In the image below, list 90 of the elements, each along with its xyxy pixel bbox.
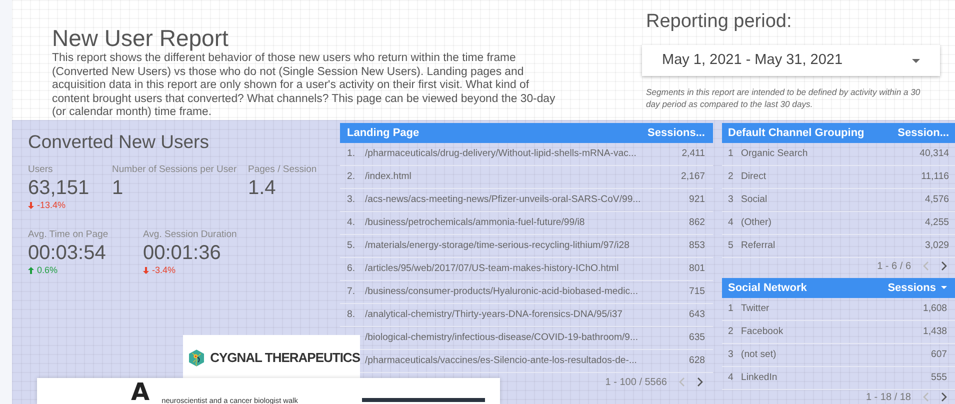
row-rank: 5. bbox=[347, 238, 356, 253]
next-page-icon[interactable] bbox=[697, 377, 703, 388]
row-rank: 8. bbox=[347, 308, 356, 322]
table-cell-text: Referral bbox=[741, 238, 776, 253]
table-cell-text: 555 bbox=[930, 370, 947, 385]
table-cell-text: Organic Search bbox=[741, 146, 809, 161]
row-rank: 1 bbox=[728, 302, 734, 316]
report-description: This report shows the different behavior of those new users who return within the time frame (Converted New Users) vs those who do not (Single Session New Users). Landing pages and acquisition data in this report are only shown for a user's activity on their first visit. What kind of content brought users that converted? What channels? This page can be viewed beyond the 30-day (or calendar month) time frame. bbox=[52, 52, 556, 120]
column-header: Default Channel Grouping bbox=[728, 126, 866, 141]
report-title: New User Report bbox=[52, 24, 230, 52]
metric-label: Number of Sessions per User bbox=[112, 164, 238, 176]
metric-value: 00:01:36 bbox=[143, 240, 222, 265]
table-cell-text: 40,314 bbox=[920, 146, 949, 161]
row-rank: 1 bbox=[728, 146, 734, 161]
table-cell-text: /business/petrochemicals/ammonia-fuel-future/99/i8 bbox=[365, 216, 586, 230]
table-cell-text: 607 bbox=[930, 348, 947, 362]
table-cell-text: 2,167 bbox=[680, 170, 705, 184]
metric-value: 63,151 bbox=[28, 176, 90, 200]
table-cell-text: /materials/energy-storage/time-serious-recycling-lithium/97/i28 bbox=[365, 238, 630, 253]
column-header: Landing Page bbox=[347, 126, 420, 141]
table-cell-text: 4,576 bbox=[924, 192, 949, 207]
metric-delta: -13.4% bbox=[37, 200, 66, 211]
table-cell-text: (not set) bbox=[741, 348, 778, 362]
section-title: Converted New Users bbox=[28, 130, 210, 154]
table-cell-text: /index.html bbox=[365, 170, 412, 184]
row-rank: 1. bbox=[347, 146, 356, 161]
row-rank: 4 bbox=[728, 370, 734, 385]
table-cell-text: 643 bbox=[688, 308, 705, 322]
table-cell-text: (Other) bbox=[741, 216, 772, 230]
table-cell-text: /acs-news/acs-meeting-news/Pfizer-unveils-oral-SARS-CoV/99... bbox=[365, 192, 642, 207]
row-rank: 4. bbox=[347, 216, 356, 230]
metric-delta: -3.4% bbox=[152, 264, 176, 276]
table-cell-text: /articles/95/web/2017/07/US-team-makes-history-IChO.html bbox=[365, 262, 620, 276]
metric-label: Avg. Session Duration bbox=[143, 228, 238, 241]
table-cell-text: 635 bbox=[688, 330, 705, 345]
next-page-icon[interactable] bbox=[941, 392, 947, 402]
table-cell-text: 1,438 bbox=[922, 324, 947, 339]
table-cell-text: Twitter bbox=[741, 302, 770, 316]
table-cell-text: /biological-chemistry/infectious-disease/COVID-19-bathroom/9... bbox=[365, 330, 640, 345]
table-cell-text: /business/consumer-products/Hyaluronic-acid-biobased-medic... bbox=[365, 284, 640, 299]
column-header: Sessions... bbox=[648, 126, 705, 141]
table-cell-text: 2,411 bbox=[682, 146, 705, 161]
row-rank: 4 bbox=[728, 216, 734, 230]
row-rank: 2 bbox=[728, 170, 734, 184]
pagination-text: 1 - 18 / 18 bbox=[866, 390, 911, 404]
table-cell-text: LinkedIn bbox=[741, 370, 778, 385]
row-rank: 5 bbox=[728, 238, 734, 253]
column-header: Social Network bbox=[728, 280, 808, 296]
metric-value: 00:03:54 bbox=[28, 240, 107, 265]
dropdown-caret-icon bbox=[912, 58, 920, 62]
table-cell-text: /analytical-chemistry/Thirty-years-DNA-forensics-DNA/95/i37 bbox=[365, 308, 624, 322]
metric-value: 1.4 bbox=[248, 176, 277, 200]
row-rank: 2. bbox=[347, 170, 356, 184]
row-rank: 6. bbox=[347, 262, 356, 276]
date-range-dropdown[interactable]: May 1, 2021 - May 31, 2021 bbox=[642, 45, 940, 76]
row-rank: 3 bbox=[728, 348, 734, 362]
brand-name: CYGNAL THERAPEUTICS bbox=[210, 348, 360, 367]
table-cell-text: Direct bbox=[741, 170, 768, 184]
table-cell-text: 628 bbox=[688, 354, 705, 368]
next-page-icon[interactable] bbox=[941, 261, 947, 272]
table-cell-text: 1,608 bbox=[922, 302, 947, 316]
metric-value: 1 bbox=[112, 176, 124, 200]
table-cell-text: 853 bbox=[688, 238, 705, 253]
table-cell-text: 11,116 bbox=[921, 170, 949, 184]
row-rank: 3 bbox=[728, 192, 734, 207]
table-cell-text: 3,029 bbox=[924, 238, 949, 253]
table-cell-text: 921 bbox=[688, 192, 705, 207]
row-rank: 7. bbox=[347, 284, 356, 299]
table-cell-text: 4,255 bbox=[924, 216, 949, 230]
table-cell-text: Facebook bbox=[741, 324, 784, 339]
column-header: Sessions bbox=[888, 280, 936, 296]
pagination-text: 1 - 6 / 6 bbox=[877, 260, 911, 274]
metric-label: Pages / Session bbox=[248, 164, 318, 176]
table-cell-text: /pharmaceuticals/drug-delivery/Without-lipid-shells-mRNA-vac... bbox=[365, 146, 638, 161]
drop-cap: A bbox=[131, 382, 150, 403]
sort-caret-icon[interactable] bbox=[941, 286, 947, 290]
pagination-text: 1 - 100 / 5566 bbox=[605, 376, 667, 390]
metric-label: Avg. Time on Page bbox=[28, 228, 110, 241]
column-header: Session... bbox=[898, 126, 949, 141]
segment-note: Segments in this report are intended to be defined by activity within a 30 day period as compared to the last 30 days. bbox=[646, 86, 922, 110]
table-cell-text: /pharmaceuticals/vaccines/es-Silencio-ante-los-resultados-de-... bbox=[365, 354, 638, 368]
row-rank: 3. bbox=[347, 192, 356, 207]
table-cell-text: 801 bbox=[688, 262, 705, 276]
table-cell-text: 715 bbox=[688, 284, 705, 299]
reporting-period-label: Reporting period: bbox=[646, 10, 793, 34]
metric-label: Users bbox=[28, 164, 54, 176]
table-cell-text: Social bbox=[741, 192, 768, 207]
table-cell-text: 862 bbox=[688, 216, 705, 230]
metric-delta: 0.6% bbox=[37, 264, 58, 276]
row-rank: 2 bbox=[728, 324, 734, 339]
